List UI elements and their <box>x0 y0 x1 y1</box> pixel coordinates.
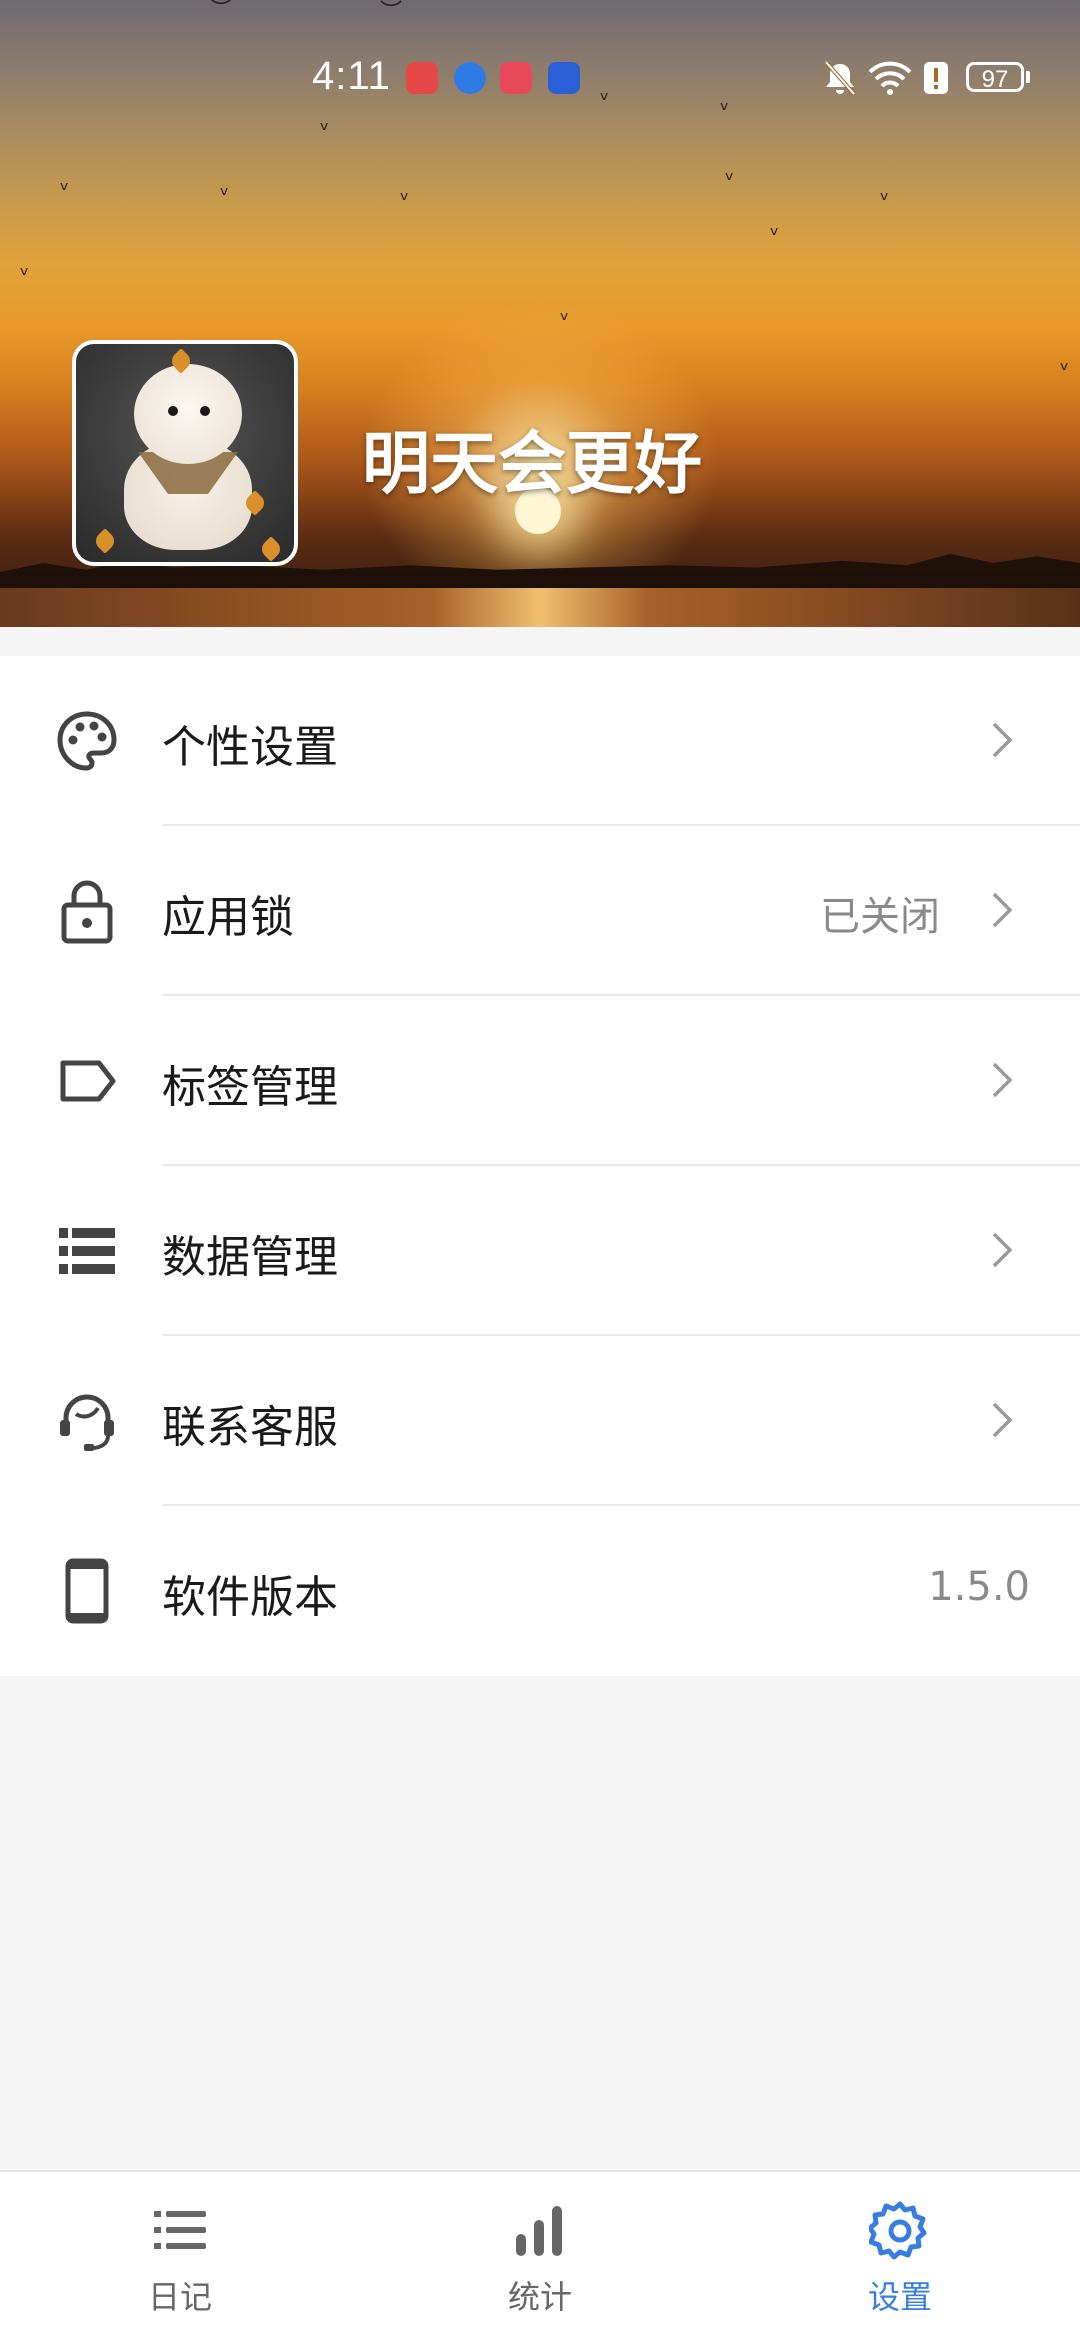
tab-label: 日记 <box>147 2278 212 2316</box>
bar-chart-icon <box>450 2198 630 2264</box>
settings-item-label: 个性设置 <box>162 722 338 773</box>
lock-icon <box>52 879 122 944</box>
bird-decoration: ︶ <box>380 0 403 25</box>
username[interactable]: 明天会更好 <box>362 408 702 507</box>
settings-item-app-lock[interactable]: 应用锁 已关闭 <box>0 826 1080 996</box>
bottom-nav: 日记 统计 设置 <box>0 2170 1080 2342</box>
bird-decoration: ᵛ <box>220 183 230 208</box>
chevron-right-icon <box>992 1232 1013 1268</box>
version-number: 1.5.0 <box>928 1564 1030 1610</box>
customer-service-icon <box>52 1389 122 1453</box>
tab-diary[interactable]: 日记 <box>90 2198 270 2328</box>
bird-decoration: ᵛ <box>560 308 570 333</box>
bird-decoration: ᵛ <box>770 223 780 248</box>
bell-muted-icon <box>824 60 856 96</box>
app-lock-status: 已关闭 <box>820 894 940 940</box>
dog-eye <box>168 406 178 416</box>
status-time: 4:11 <box>312 54 391 98</box>
tab-settings[interactable]: 设置 <box>810 2198 990 2328</box>
bird-decoration: ᵛ <box>20 263 30 288</box>
battery-tip <box>1026 71 1030 83</box>
settings-item-label: 应用锁 <box>162 892 294 943</box>
dog-head <box>134 364 242 464</box>
huawei-app-icon <box>406 62 438 94</box>
tab-label: 设置 <box>867 2278 932 2316</box>
settings-item-software-version[interactable]: 软件版本 1.5.0 <box>0 1506 1080 1676</box>
alert-icon <box>924 62 948 94</box>
gear-icon <box>810 2198 990 2264</box>
battery-indicator: 97 <box>966 62 1024 93</box>
settings-item-data-management[interactable]: 数据管理 <box>0 1166 1080 1336</box>
bird-decoration: ᵛ <box>725 168 735 193</box>
settings-item-label: 标签管理 <box>162 1062 338 1113</box>
chevron-right-icon <box>992 1062 1013 1098</box>
tips-app-icon <box>548 62 580 94</box>
reader-app-icon <box>500 62 532 94</box>
bird-decoration: ᵛ <box>400 188 410 213</box>
tab-label: 统计 <box>507 2278 572 2316</box>
bird-decoration: ︶ <box>210 0 233 23</box>
palette-icon <box>52 709 122 773</box>
bird-decoration: ᵛ <box>880 188 890 213</box>
settings-item-label: 软件版本 <box>162 1572 338 1623</box>
settings-list: 个性设置 应用锁 已关闭 标签管理 数据管理 联系客服 软件版本 1.5.0 <box>0 656 1080 1676</box>
phone-icon <box>52 1558 122 1624</box>
status-bar: 4:11 97 <box>0 52 1080 108</box>
bird-decoration: ᵛ <box>60 178 70 203</box>
settings-item-label: 数据管理 <box>162 1232 338 1283</box>
wifi-icon <box>868 61 912 95</box>
data-list-icon <box>52 1219 122 1283</box>
settings-item-contact-support[interactable]: 联系客服 <box>0 1336 1080 1506</box>
list-icon <box>90 2198 270 2264</box>
leaf-decoration <box>258 536 284 562</box>
leaf-decoration <box>92 528 118 554</box>
settings-item-personalization[interactable]: 个性设置 <box>0 656 1080 826</box>
bird-decoration: ᵛ <box>1060 358 1070 383</box>
chevron-right-icon <box>992 722 1013 758</box>
settings-item-tag-management[interactable]: 标签管理 <box>0 996 1080 1166</box>
water-reflection <box>0 588 1080 627</box>
bird-decoration: ᵛ <box>320 118 330 143</box>
tab-statistics[interactable]: 统计 <box>450 2198 630 2328</box>
chevron-right-icon <box>992 892 1013 928</box>
tag-icon <box>52 1049 122 1113</box>
dog-eye <box>200 406 210 416</box>
chevron-right-icon <box>992 1402 1013 1438</box>
browser-app-icon <box>454 62 486 94</box>
avatar[interactable] <box>72 340 298 566</box>
settings-item-label: 联系客服 <box>162 1402 338 1453</box>
